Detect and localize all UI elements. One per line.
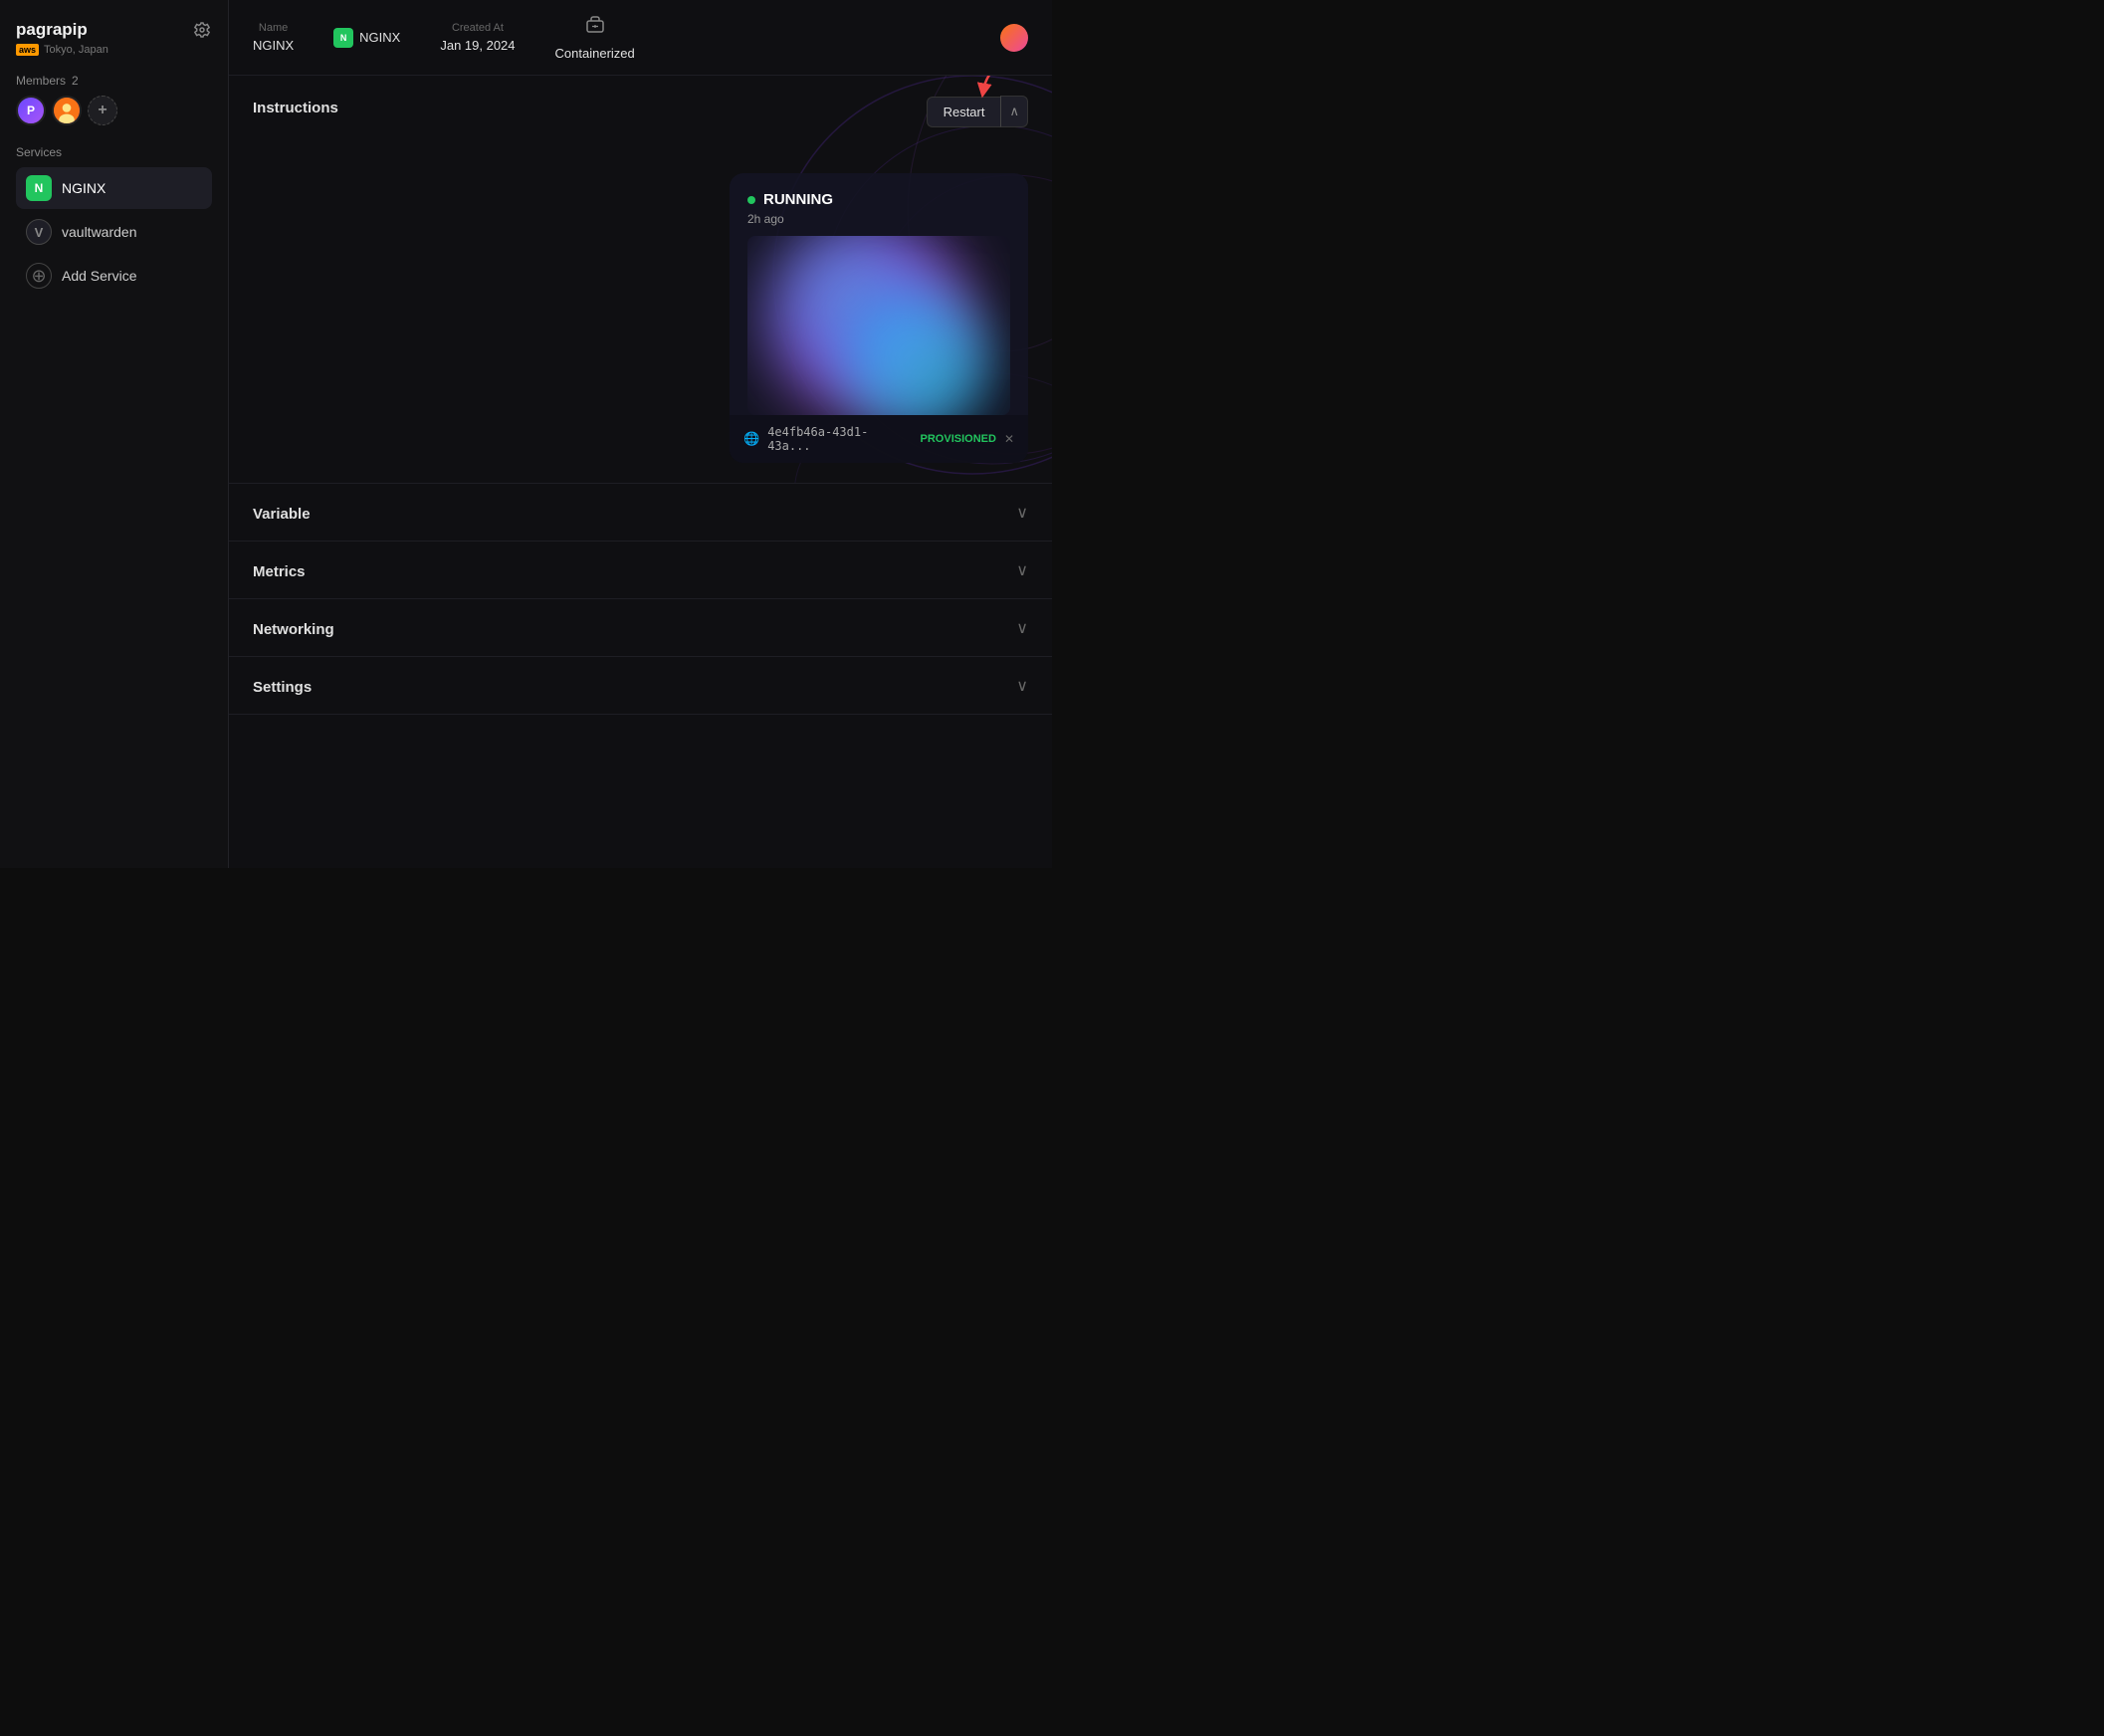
members-label: Members 2	[16, 74, 212, 88]
variable-title: Variable	[253, 502, 311, 523]
settings-section[interactable]: Settings ∨	[229, 657, 1052, 715]
instructions-title: Instructions	[253, 96, 338, 116]
content-area: Instructions Restart	[229, 76, 1052, 868]
services-label: Services	[16, 145, 212, 159]
networking-chevron-icon: ∨	[1016, 618, 1028, 638]
avatar-img[interactable]	[52, 96, 82, 125]
container-icon	[584, 14, 606, 42]
running-card: RUNNING 2h ago 🌐 4e4fb46a-43d1-43a... PR…	[730, 173, 1028, 463]
orb-secondary	[841, 286, 990, 415]
provision-id: 4e4fb46a-43d1-43a...	[767, 425, 908, 453]
settings-title: Settings	[253, 675, 312, 696]
settings-button[interactable]	[192, 20, 212, 40]
created-value: Jan 19, 2024	[440, 38, 515, 53]
provisioned-badge: PROVISIONED	[921, 433, 996, 445]
running-label: RUNNING	[763, 191, 833, 208]
nginx-icon-sm: N	[333, 28, 353, 48]
services-section: Services N NGINX V vaultwarden ⊕ Add Ser…	[16, 145, 212, 848]
user-avatar-top[interactable]	[1000, 24, 1028, 52]
provisioned-bar: 🌐 4e4fb46a-43d1-43a... PROVISIONED ✕	[730, 415, 1028, 463]
name-value: NGINX	[253, 38, 294, 53]
metrics-chevron-icon: ∨	[1016, 560, 1028, 580]
close-provision-button[interactable]: ✕	[1004, 432, 1014, 446]
restart-area: Restart ∧	[927, 96, 1028, 127]
header-bar: Name NGINX N NGINX Created At Jan 19, 20…	[229, 0, 1052, 76]
sidebar: pagrapip aws Tokyo, Japan Members 2 P	[0, 0, 229, 868]
header-service-field: N NGINX	[333, 28, 400, 48]
nginx-icon: N	[26, 175, 52, 201]
header-type-field: Containerized	[555, 14, 635, 61]
avatar-p[interactable]: P	[16, 96, 46, 125]
networking-title: Networking	[253, 617, 334, 638]
project-name: pagrapip	[16, 20, 88, 40]
running-dot	[747, 196, 755, 204]
add-service-label: Add Service	[62, 268, 136, 284]
vaultwarden-icon: V	[26, 219, 52, 245]
sidebar-item-nginx[interactable]: N NGINX	[16, 167, 212, 209]
instructions-section: Instructions Restart	[229, 76, 1052, 484]
restart-button[interactable]: Restart	[927, 97, 1001, 127]
metrics-title: Metrics	[253, 559, 306, 580]
header-created-field: Created At Jan 19, 2024	[440, 22, 515, 53]
add-service-icon: ⊕	[26, 263, 52, 289]
orb-visualization	[747, 236, 1010, 415]
running-status-header: RUNNING	[747, 191, 1010, 208]
created-label: Created At	[452, 22, 504, 34]
restart-button-group: Restart ∧	[927, 96, 1028, 127]
running-time: 2h ago	[747, 212, 1010, 226]
aws-badge: aws	[16, 44, 39, 56]
project-region: aws Tokyo, Japan	[16, 44, 212, 56]
project-header: pagrapip	[16, 20, 212, 40]
members-section: Members 2 P +	[16, 74, 212, 125]
nginx-label: NGINX	[62, 180, 105, 196]
networking-section[interactable]: Networking ∨	[229, 599, 1052, 657]
variable-section[interactable]: Variable ∨	[229, 484, 1052, 542]
restart-dropdown-button[interactable]: ∧	[1000, 96, 1028, 127]
vaultwarden-label: vaultwarden	[62, 224, 137, 240]
members-row: P +	[16, 96, 212, 125]
main-panel: Name NGINX N NGINX Created At Jan 19, 20…	[229, 0, 1052, 868]
header-name-field: Name NGINX	[253, 22, 294, 53]
add-service-item[interactable]: ⊕ Add Service	[16, 255, 212, 297]
service-badge-label: NGINX	[359, 30, 400, 45]
add-member-button[interactable]: +	[88, 96, 117, 125]
variable-chevron-icon: ∨	[1016, 503, 1028, 523]
name-label: Name	[259, 22, 288, 34]
type-label: Containerized	[555, 46, 635, 61]
settings-chevron-icon: ∨	[1016, 676, 1028, 696]
globe-icon: 🌐	[743, 431, 759, 447]
nginx-badge: N NGINX	[333, 28, 400, 48]
region-text: Tokyo, Japan	[44, 44, 108, 56]
metrics-section[interactable]: Metrics ∨	[229, 542, 1052, 599]
sidebar-item-vaultwarden[interactable]: V vaultwarden	[16, 211, 212, 253]
